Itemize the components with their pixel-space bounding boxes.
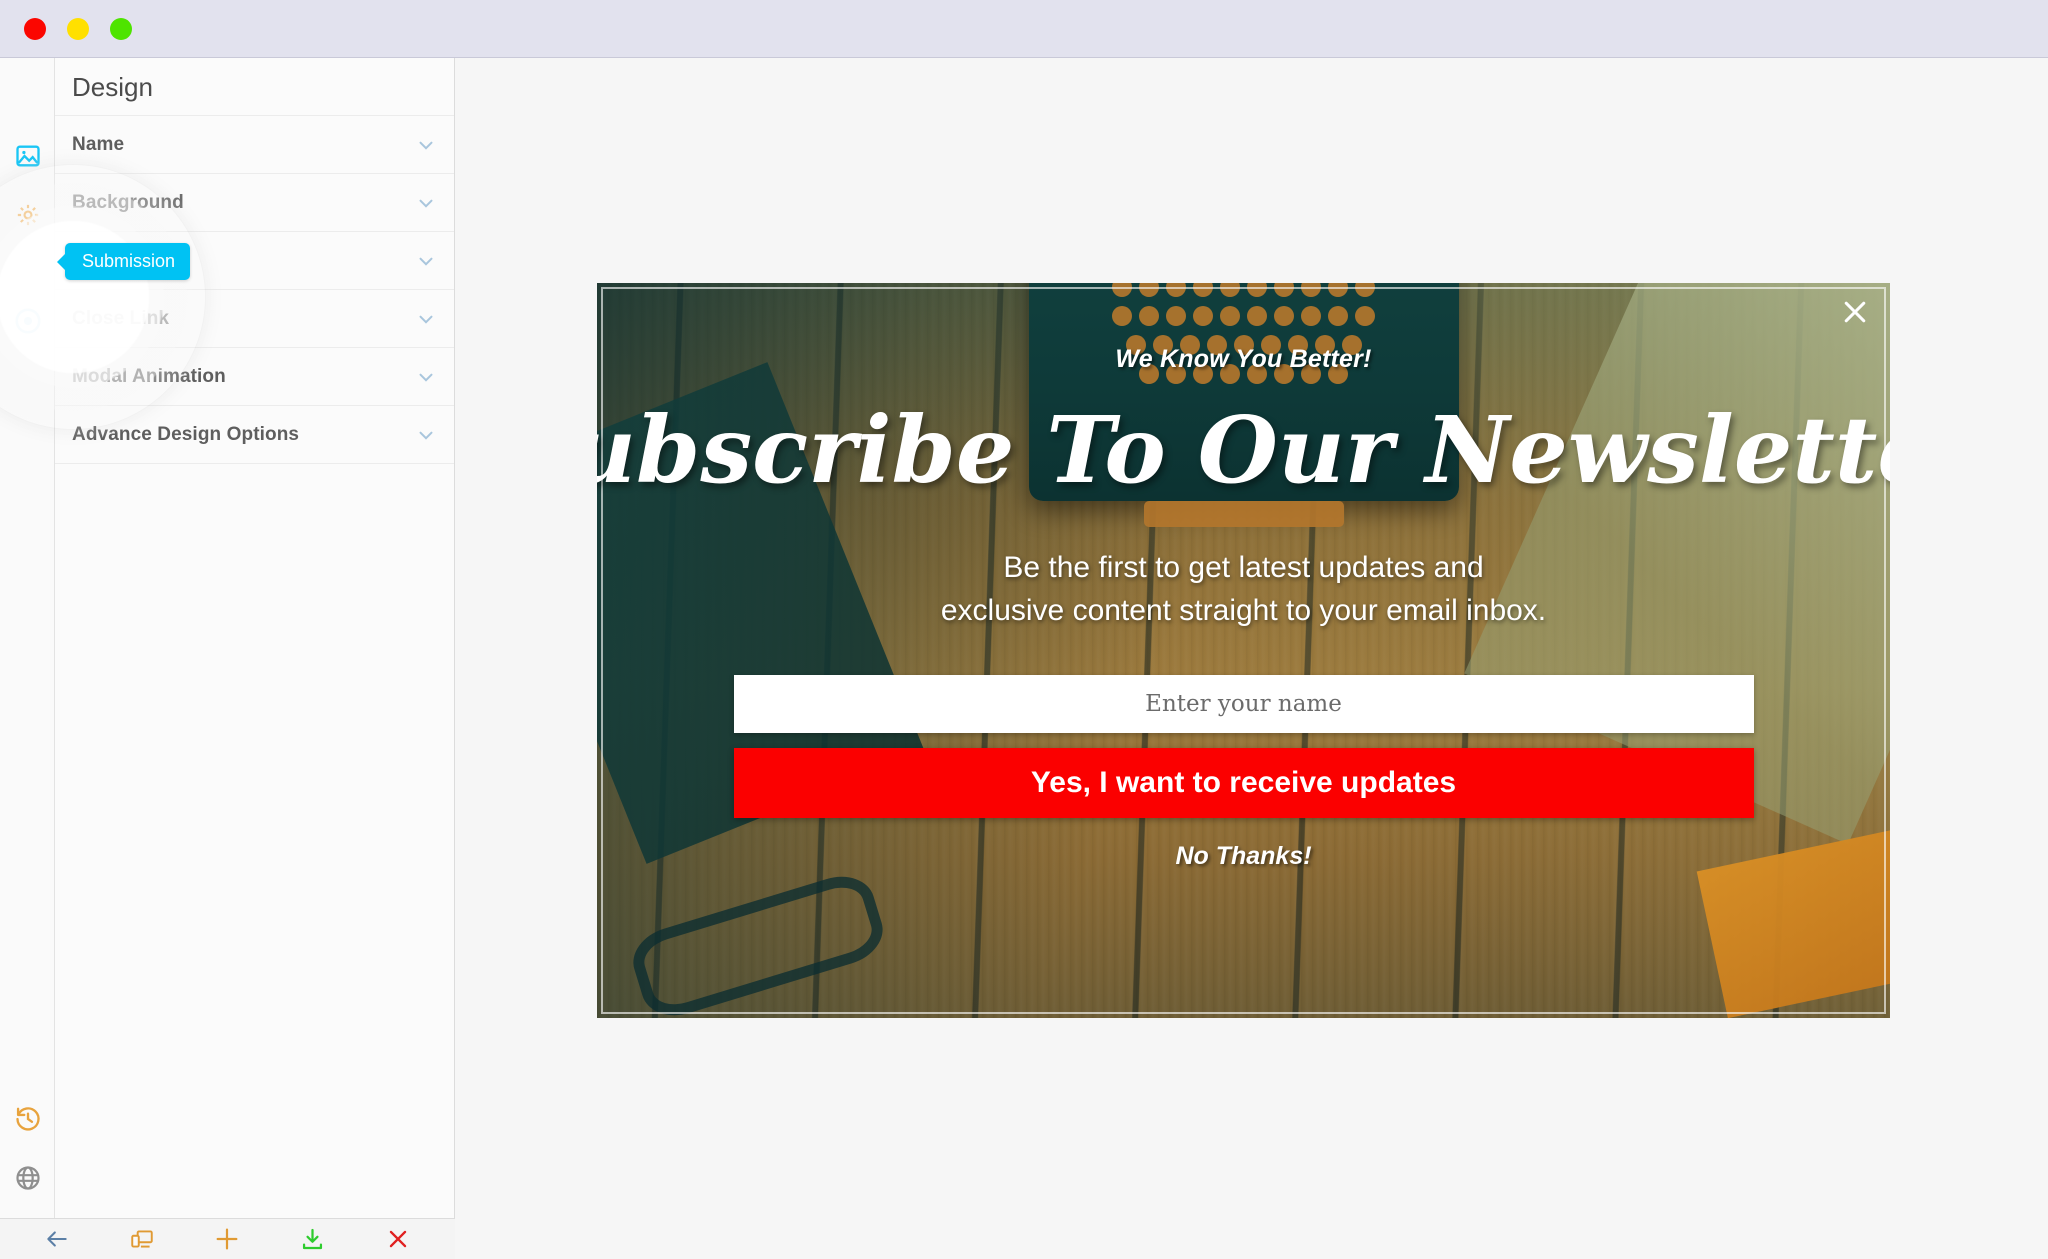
bottom-toolbar [0,1218,455,1259]
accordion-label: Background [72,191,184,213]
accordion-label: Advance Design Options [72,423,300,445]
target-icon[interactable] [9,302,46,339]
back-button[interactable] [38,1224,76,1254]
accordion-row-modal-animation[interactable]: Modal Animation [55,348,454,406]
modal-close-icon[interactable] [1838,295,1872,329]
device-preview-button[interactable] [123,1224,161,1254]
accordion-label: Name [72,133,125,155]
history-restore-icon[interactable] [9,1100,46,1137]
accordion-row-close-link[interactable]: Close Link [55,290,454,348]
chevron-down-icon[interactable] [415,366,437,388]
chevron-down-icon[interactable] [415,424,437,446]
newsletter-modal: We Know You Better! Subscribe To Our New… [597,283,1890,1018]
no-thanks-link[interactable]: No Thanks! [1175,842,1311,871]
modal-content: We Know You Better! Subscribe To Our New… [597,283,1890,1018]
window-zoom-button[interactable] [110,18,132,40]
chevron-down-icon[interactable] [415,308,437,330]
modal-kicker: We Know You Better! [1115,345,1372,373]
traffic-lights [24,18,132,40]
app-window: Design Name Background Submission Close … [0,0,2048,1259]
add-button[interactable] [208,1224,246,1254]
icon-rail [0,58,55,1218]
accordion-label: Close Link [72,307,170,329]
modal-subcopy-line-2: exclusive content straight to your email… [940,594,1547,628]
save-download-button[interactable] [294,1224,332,1254]
panel-title: Design [55,58,454,116]
accordion-row-advance-design-options[interactable]: Advance Design Options [55,406,454,464]
modal-subcopy-line-1: Be the first to get latest updates and [1003,550,1484,584]
image-icon[interactable] [9,137,46,174]
window-minimize-button[interactable] [67,18,89,40]
modal-subcopy: Be the first to get latest updates and e… [941,546,1546,633]
chevron-down-icon[interactable] [415,250,437,272]
gear-icon[interactable] [9,196,46,233]
accordion-row-name[interactable]: Name [55,116,454,174]
modal-headline: Subscribe To Our Newsletter [597,396,1890,504]
chevron-down-icon[interactable] [415,192,437,214]
chevron-down-icon[interactable] [415,134,437,156]
window-close-button[interactable] [24,18,46,40]
preview-canvas: We Know You Better! Subscribe To Our New… [455,58,2048,1259]
globe-icon[interactable] [9,1159,46,1196]
name-input[interactable] [733,674,1754,733]
onboarding-tooltip: Submission [65,243,191,280]
subscribe-cta-button[interactable]: Yes, I want to receive updates [733,747,1754,818]
close-button[interactable] [379,1224,417,1254]
accordion-row-background[interactable]: Background [55,174,454,232]
window-titlebar [0,0,2048,58]
onboarding-tooltip-label: Submission [82,251,176,271]
accordion-label: Modal Animation [72,365,226,387]
design-panel: Design Name Background Submission Close … [55,58,455,1218]
